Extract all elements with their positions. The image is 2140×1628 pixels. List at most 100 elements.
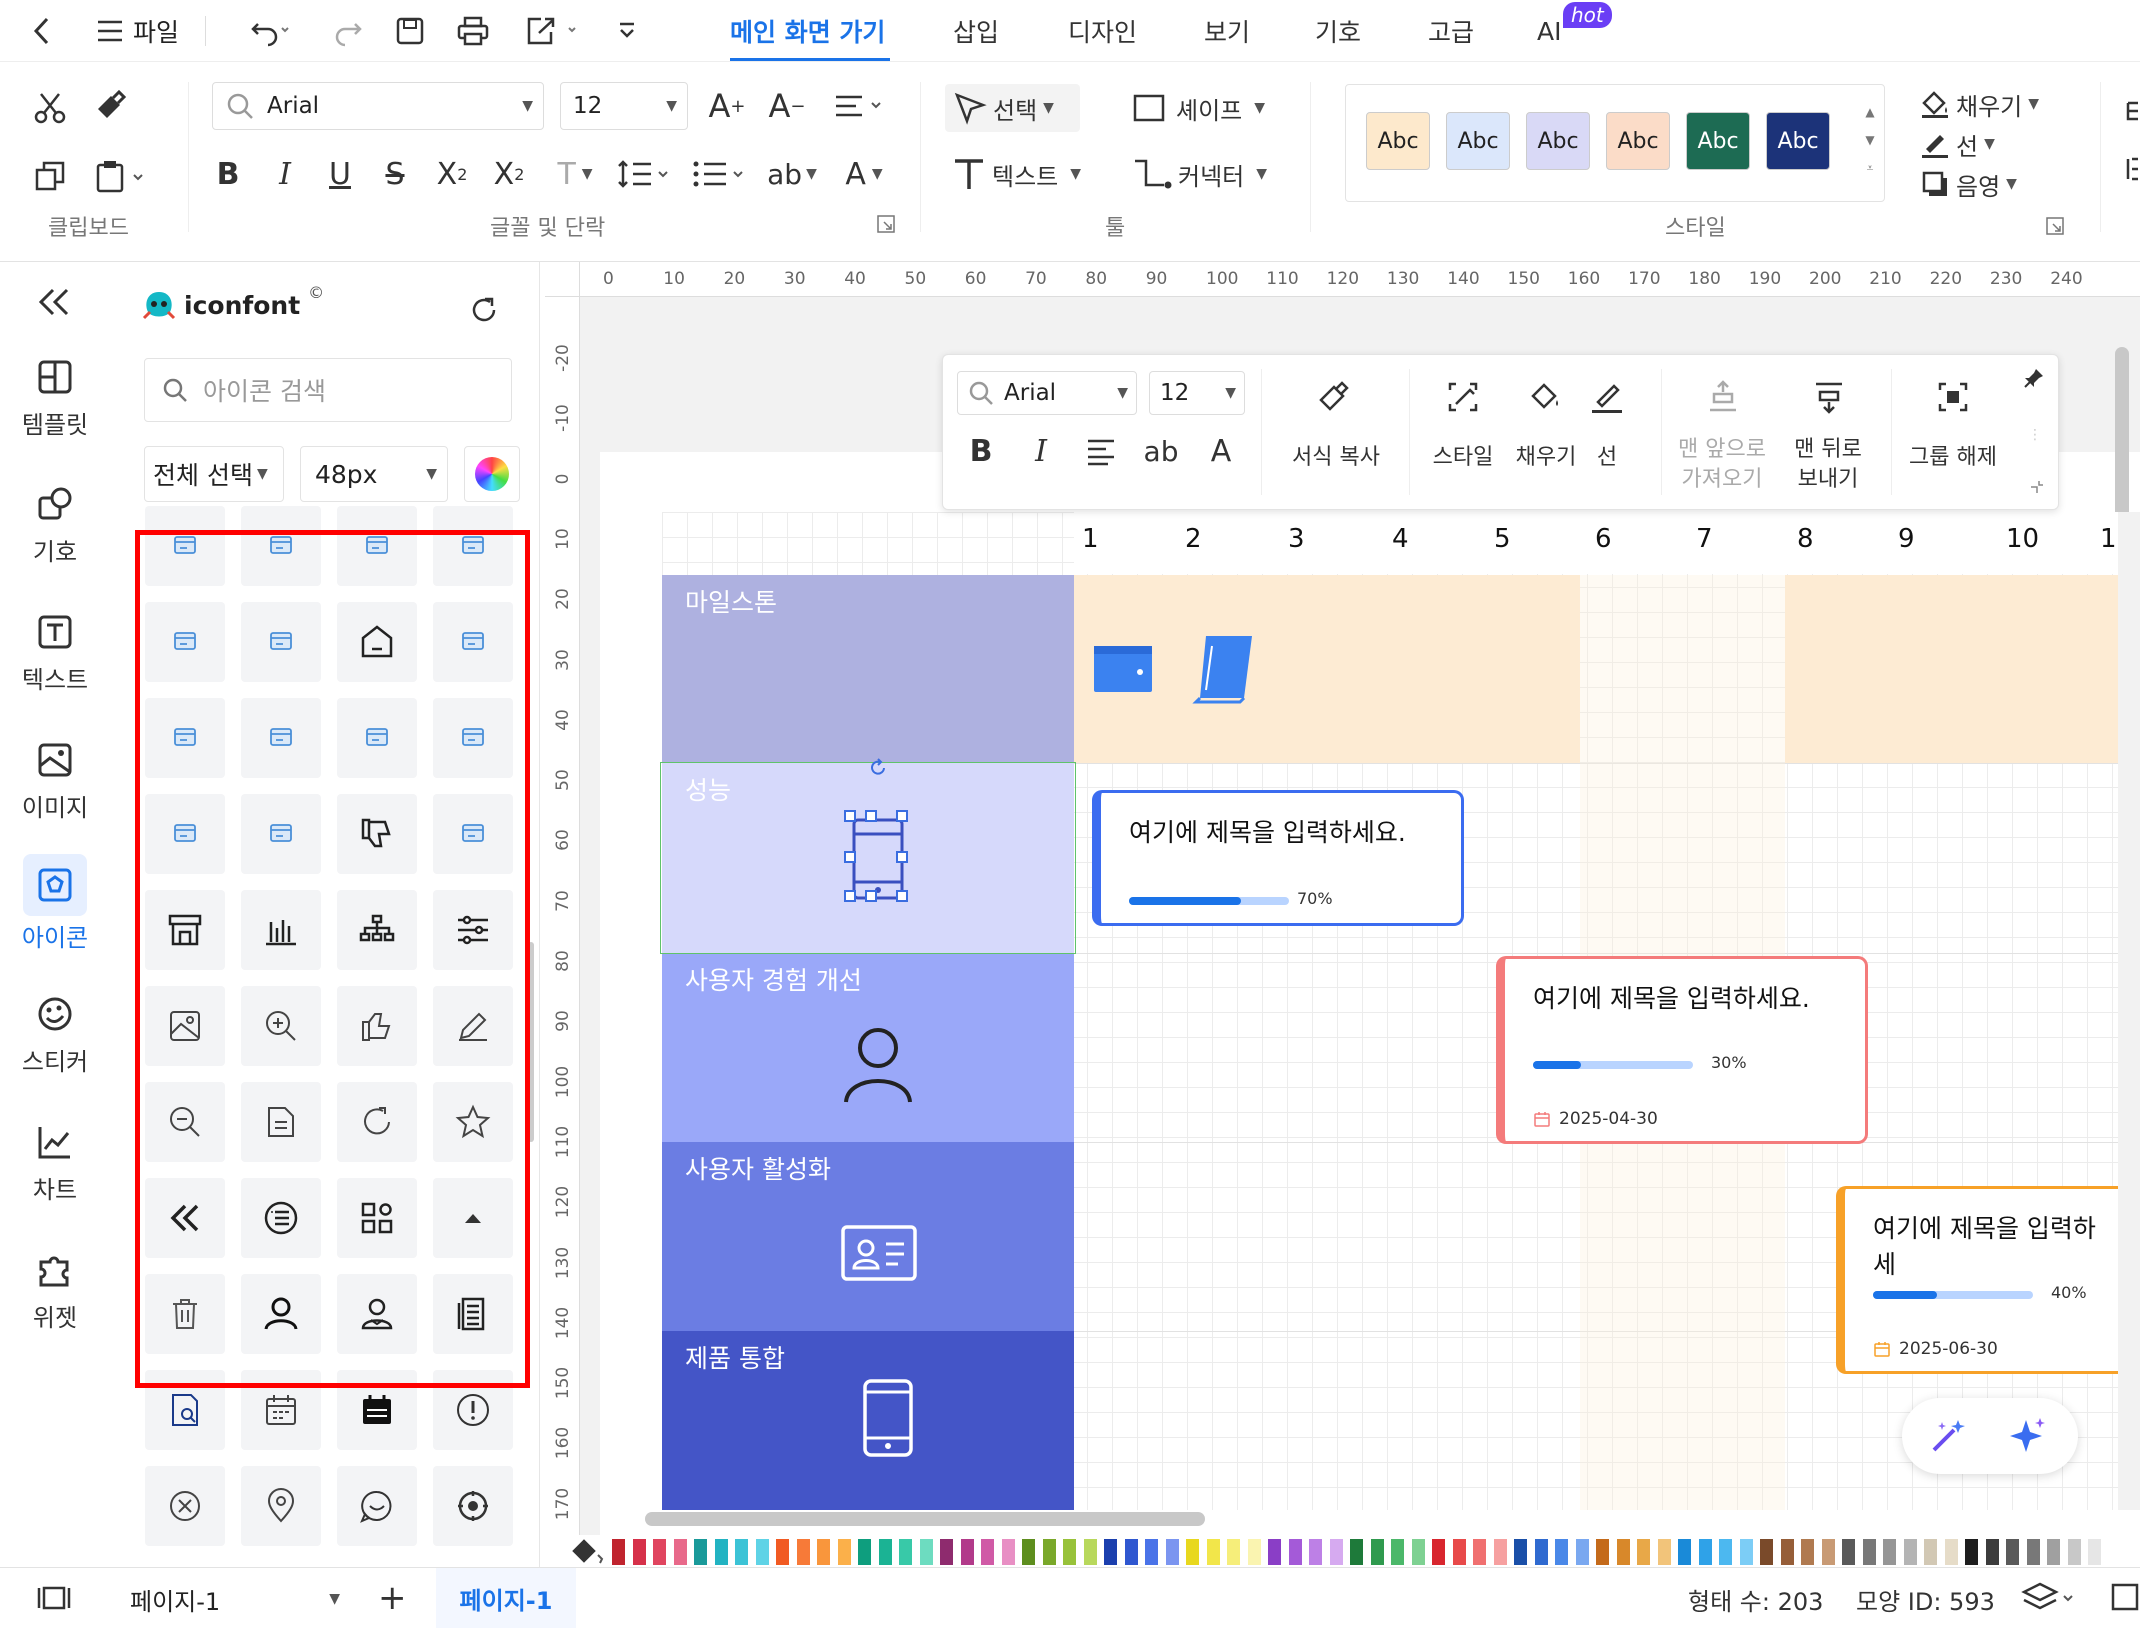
color-swatch[interactable] bbox=[1780, 1539, 1794, 1565]
line-icon[interactable] bbox=[1587, 375, 1627, 419]
bullet-list-icon[interactable] bbox=[690, 152, 750, 196]
export-button[interactable] bbox=[520, 0, 585, 62]
more-vertical-icon[interactable]: ⋮ bbox=[2028, 415, 2042, 455]
style-dialog-launcher-icon[interactable] bbox=[2045, 216, 2065, 236]
color-swatch[interactable] bbox=[1637, 1539, 1650, 1565]
color-swatch[interactable] bbox=[612, 1539, 625, 1565]
tab-0[interactable]: 메인 화면 가기 bbox=[730, 0, 885, 62]
send-to-back-icon[interactable] bbox=[1809, 375, 1849, 419]
connector-tool[interactable]: 커넥터 ▼ bbox=[1132, 150, 1267, 198]
color-swatch[interactable] bbox=[1514, 1539, 1527, 1565]
color-swatch[interactable] bbox=[1534, 1539, 1548, 1565]
color-swatch[interactable] bbox=[1104, 1539, 1117, 1565]
color-swatch[interactable] bbox=[1452, 1539, 1466, 1565]
lane-0[interactable]: 마일스톤 bbox=[662, 575, 1074, 763]
color-swatch[interactable] bbox=[1493, 1539, 1507, 1565]
nav-templates[interactable]: 템플릿 bbox=[0, 357, 110, 440]
undo-button[interactable] bbox=[240, 0, 300, 62]
rotate-handle-icon[interactable] bbox=[868, 758, 888, 778]
subscript-icon[interactable]: X2 bbox=[487, 152, 531, 196]
font-dialog-launcher-icon[interactable] bbox=[876, 214, 896, 234]
style-label[interactable]: 스타일 bbox=[1413, 443, 1513, 473]
more-dropdown[interactable] bbox=[612, 0, 642, 62]
shape-tool[interactable]: 셰이프 ▼ bbox=[1132, 84, 1265, 132]
task-card-0[interactable]: 여기에 제목을 입력하세요. 70% bbox=[1092, 790, 1464, 926]
color-swatch[interactable] bbox=[1001, 1539, 1015, 1565]
color-swatch[interactable] bbox=[1247, 1539, 1261, 1565]
color-swatch[interactable] bbox=[1473, 1539, 1486, 1565]
resize-handle[interactable] bbox=[865, 810, 877, 822]
format-copy-label[interactable]: 서식 복사 bbox=[1271, 443, 1401, 473]
color-swatch[interactable] bbox=[1063, 1539, 1076, 1565]
back-icon[interactable] bbox=[22, 0, 62, 62]
category-select[interactable]: 전체 선택 ▼ bbox=[144, 446, 284, 502]
nav-widgets[interactable]: 위젯 bbox=[0, 1250, 110, 1333]
horizontal-scrollbar[interactable] bbox=[645, 1512, 1205, 1526]
nav-text[interactable]: 텍스트 bbox=[0, 612, 110, 695]
color-swatch[interactable] bbox=[1903, 1539, 1917, 1565]
color-swatch[interactable] bbox=[694, 1539, 707, 1565]
color-swatch[interactable] bbox=[2047, 1539, 2060, 1565]
ungroup-icon[interactable] bbox=[1933, 375, 1973, 419]
color-swatch[interactable] bbox=[1924, 1539, 1937, 1565]
close-circle-icon[interactable] bbox=[145, 1466, 225, 1546]
send-to-back-label[interactable]: 맨 뒤로 보내기 bbox=[1773, 435, 1883, 495]
font-color-icon[interactable]: A ▼ bbox=[834, 152, 894, 196]
tab-6[interactable]: AI bbox=[1537, 0, 1561, 62]
color-swatch[interactable] bbox=[1042, 1539, 1056, 1565]
id-card-icon[interactable] bbox=[840, 1224, 918, 1282]
color-swatch[interactable] bbox=[714, 1539, 728, 1565]
resize-handle[interactable] bbox=[844, 890, 856, 902]
nav-icons[interactable]: 아이콘 bbox=[0, 854, 110, 953]
fit-page-icon[interactable] bbox=[2110, 1582, 2140, 1612]
color-swatch[interactable] bbox=[1862, 1539, 1876, 1565]
task-card-1[interactable]: 여기에 제목을 입력하세요. 30% 2025-04-30 bbox=[1496, 956, 1868, 1144]
color-swatch[interactable] bbox=[1432, 1539, 1445, 1565]
color-swatch[interactable] bbox=[858, 1539, 871, 1565]
text-case-icon[interactable]: ab ▼ bbox=[762, 152, 822, 196]
mobile-icon[interactable] bbox=[862, 1378, 914, 1458]
redo-button[interactable] bbox=[328, 0, 368, 62]
color-swatch[interactable] bbox=[1329, 1539, 1343, 1565]
color-swatch[interactable] bbox=[1555, 1539, 1568, 1565]
bold-icon[interactable]: B bbox=[208, 152, 248, 196]
nav-charts[interactable]: 차트 bbox=[0, 1122, 110, 1205]
collapse-panel-button[interactable] bbox=[0, 284, 110, 320]
color-swatch[interactable] bbox=[1985, 1539, 1999, 1565]
color-swatch[interactable] bbox=[1883, 1539, 1896, 1565]
color-swatch[interactable] bbox=[755, 1539, 769, 1565]
refresh-icon[interactable] bbox=[470, 296, 498, 324]
color-swatch[interactable] bbox=[1698, 1539, 1712, 1565]
color-swatch[interactable] bbox=[2067, 1539, 2081, 1565]
format-painter-icon[interactable] bbox=[1313, 375, 1353, 419]
float-bold-icon[interactable]: B bbox=[961, 429, 1001, 473]
text-style-icon[interactable]: T ▼ bbox=[545, 152, 605, 196]
nav-stickers[interactable]: 스티커 bbox=[0, 994, 110, 1077]
style-preset-0[interactable]: Abc bbox=[1366, 112, 1430, 170]
color-swatch[interactable] bbox=[1801, 1539, 1814, 1565]
color-swatch[interactable] bbox=[1596, 1539, 1609, 1565]
fill-bucket-icon[interactable] bbox=[570, 1537, 606, 1567]
color-swatch[interactable] bbox=[776, 1539, 789, 1565]
message-icon[interactable] bbox=[337, 1466, 417, 1546]
color-swatch[interactable] bbox=[1227, 1539, 1240, 1565]
bring-to-front-icon[interactable] bbox=[1703, 375, 1743, 419]
line-label[interactable]: 선 bbox=[1567, 443, 1647, 473]
underline-icon[interactable]: U bbox=[320, 152, 360, 196]
color-swatch[interactable] bbox=[1145, 1539, 1158, 1565]
color-swatch[interactable] bbox=[1288, 1539, 1302, 1565]
color-swatch[interactable] bbox=[1022, 1539, 1035, 1565]
decrease-font-icon[interactable]: A − bbox=[765, 84, 809, 128]
color-swatch[interactable] bbox=[1739, 1539, 1753, 1565]
format-painter-icon[interactable] bbox=[90, 86, 130, 126]
ungroup-label[interactable]: 그룹 해제 bbox=[1898, 443, 2008, 473]
color-swatch[interactable] bbox=[1719, 1539, 1732, 1565]
color-swatch[interactable] bbox=[735, 1539, 748, 1565]
tab-3[interactable]: 보기 bbox=[1204, 0, 1250, 62]
magic-wand-icon[interactable] bbox=[1928, 1416, 1968, 1456]
color-swatch[interactable] bbox=[878, 1539, 892, 1565]
task-card-2[interactable]: 여기에 제목을 입력하세 40% 2025-06-30 bbox=[1836, 1186, 2118, 1374]
book-icon[interactable] bbox=[1192, 632, 1258, 704]
color-swatch[interactable] bbox=[1842, 1539, 1855, 1565]
float-size-select[interactable]: 12 ▼ bbox=[1149, 371, 1245, 415]
